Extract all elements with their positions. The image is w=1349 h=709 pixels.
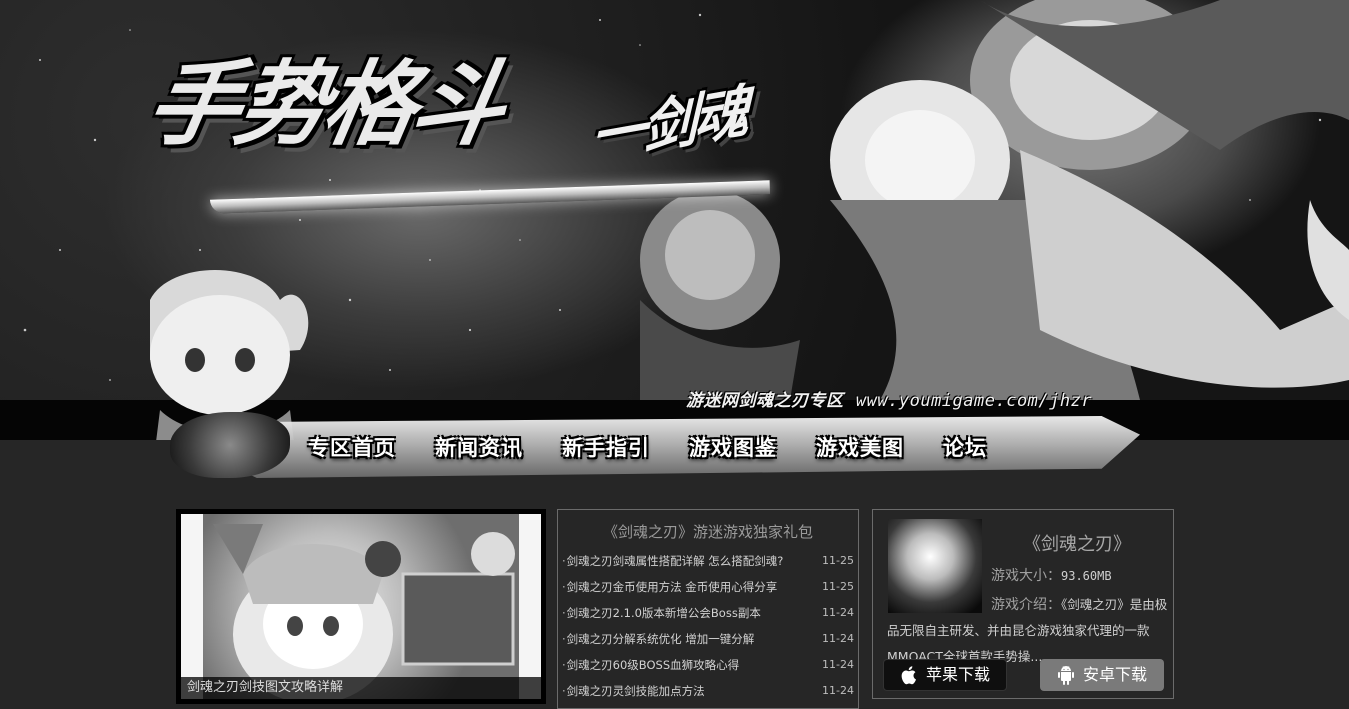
news-item[interactable]: ·剑魂之刃分解系统优化 增加一键分解 11-24 (562, 626, 858, 652)
news-item-title[interactable]: 剑魂之刃剑魂属性搭配详解 怎么搭配剑魂? (567, 554, 784, 568)
bullet-icon: · (562, 606, 566, 620)
news-item-date: 11-24 (822, 632, 854, 645)
site-caption: 游迷网剑魂之刃专区 www.youmigame.com/jhzr (686, 386, 1092, 411)
news-item-date: 11-25 (822, 580, 854, 593)
news-list: ·剑魂之刃剑魂属性搭配详解 怎么搭配剑魂? 11-25 ·剑魂之刃金币使用方法 金… (558, 548, 858, 704)
header-banner: 手势格斗 一剑魂 游迷网剑魂之刃专区 www.youmigame.com/jhz… (0, 0, 1349, 440)
nav-home[interactable]: 专区首页 (305, 432, 399, 462)
ios-download-button[interactable]: 苹果下载 (883, 659, 1007, 691)
news-panel-title[interactable]: 《剑魂之刃》游迷游戏独家礼包 (558, 521, 858, 542)
game-size-label: 游戏大小： (991, 568, 1061, 584)
news-item-date: 11-24 (822, 658, 854, 671)
game-desc-label: 游戏介绍： (991, 597, 1061, 613)
game-size-value: 93.60MB (1061, 569, 1112, 583)
news-item-title[interactable]: 剑魂之刃金币使用方法 金币使用心得分享 (567, 580, 778, 594)
news-item-title[interactable]: 剑魂之刃分解系统优化 增加一键分解 (567, 632, 755, 646)
android-download-button[interactable]: 安卓下载 (1040, 659, 1164, 691)
news-item[interactable]: ·剑魂之刃灵剑技能加点方法 11-24 (562, 678, 858, 704)
news-item-title[interactable]: 剑魂之刃2.1.0版本新增公会Boss副本 (567, 606, 761, 620)
site-caption-text: 游迷网剑魂之刃专区 (686, 391, 844, 411)
game-title: 《剑魂之刃》 (1023, 534, 1131, 555)
ios-download-label: 苹果下载 (925, 665, 990, 684)
nav-forum[interactable]: 论坛 (940, 432, 990, 462)
hero-characters-art (640, 0, 1349, 400)
news-item[interactable]: ·剑魂之刃剑魂属性搭配详解 怎么搭配剑魂? 11-25 (562, 548, 858, 574)
bullet-icon: · (562, 580, 566, 594)
news-panel: 《剑魂之刃》游迷游戏独家礼包 ·剑魂之刃剑魂属性搭配详解 怎么搭配剑魂? 11-2… (557, 509, 859, 709)
news-item-date: 11-24 (822, 684, 854, 697)
bullet-icon: · (562, 632, 566, 646)
apple-icon (901, 666, 916, 685)
news-item-title[interactable]: 剑魂之刃60级BOSS血狮攻略心得 (567, 658, 739, 672)
nav-sword-guard-art (170, 412, 290, 478)
bullet-icon: · (562, 554, 566, 568)
promo-caption[interactable]: 剑魂之刃剑技图文攻略详解 (181, 677, 541, 699)
news-item[interactable]: ·剑魂之刃金币使用方法 金币使用心得分享 11-25 (562, 574, 858, 600)
game-logo-title: 手势格斗 (139, 51, 511, 158)
news-item-date: 11-24 (822, 606, 854, 619)
nav-beginner-guide[interactable]: 新手指引 (559, 432, 653, 462)
nav-gallery[interactable]: 游戏美图 (813, 432, 907, 462)
android-icon (1057, 666, 1074, 685)
main-nav: 专区首页 新闻资讯 新手指引 游戏图鉴 游戏美图 论坛 (305, 432, 990, 462)
news-item[interactable]: ·剑魂之刃60级BOSS血狮攻略心得 11-24 (562, 652, 858, 678)
site-url[interactable]: www.youmigame.com/jhzr (856, 391, 1092, 411)
game-size: 游戏大小：93.60MB (991, 565, 1112, 585)
nav-news[interactable]: 新闻资讯 (432, 432, 526, 462)
promo-image[interactable] (181, 514, 541, 699)
android-download-label: 安卓下载 (1082, 665, 1147, 684)
bullet-icon: · (562, 684, 566, 698)
news-item-date: 11-25 (822, 554, 854, 567)
promo-slideshow[interactable]: 剑魂之刃剑技图文攻略详解 (176, 509, 546, 704)
promo-artwork (213, 524, 515, 699)
nav-game-wiki[interactable]: 游戏图鉴 (686, 432, 780, 462)
news-item-title[interactable]: 剑魂之刃灵剑技能加点方法 (567, 684, 705, 698)
game-info-panel: 《剑魂之刃》 游戏大小：93.60MB 游戏介绍：《剑魂之刃》是由极品无限自主研… (872, 509, 1174, 699)
bullet-icon: · (562, 658, 566, 672)
news-item[interactable]: ·剑魂之刃2.1.0版本新增公会Boss副本 11-24 (562, 600, 858, 626)
